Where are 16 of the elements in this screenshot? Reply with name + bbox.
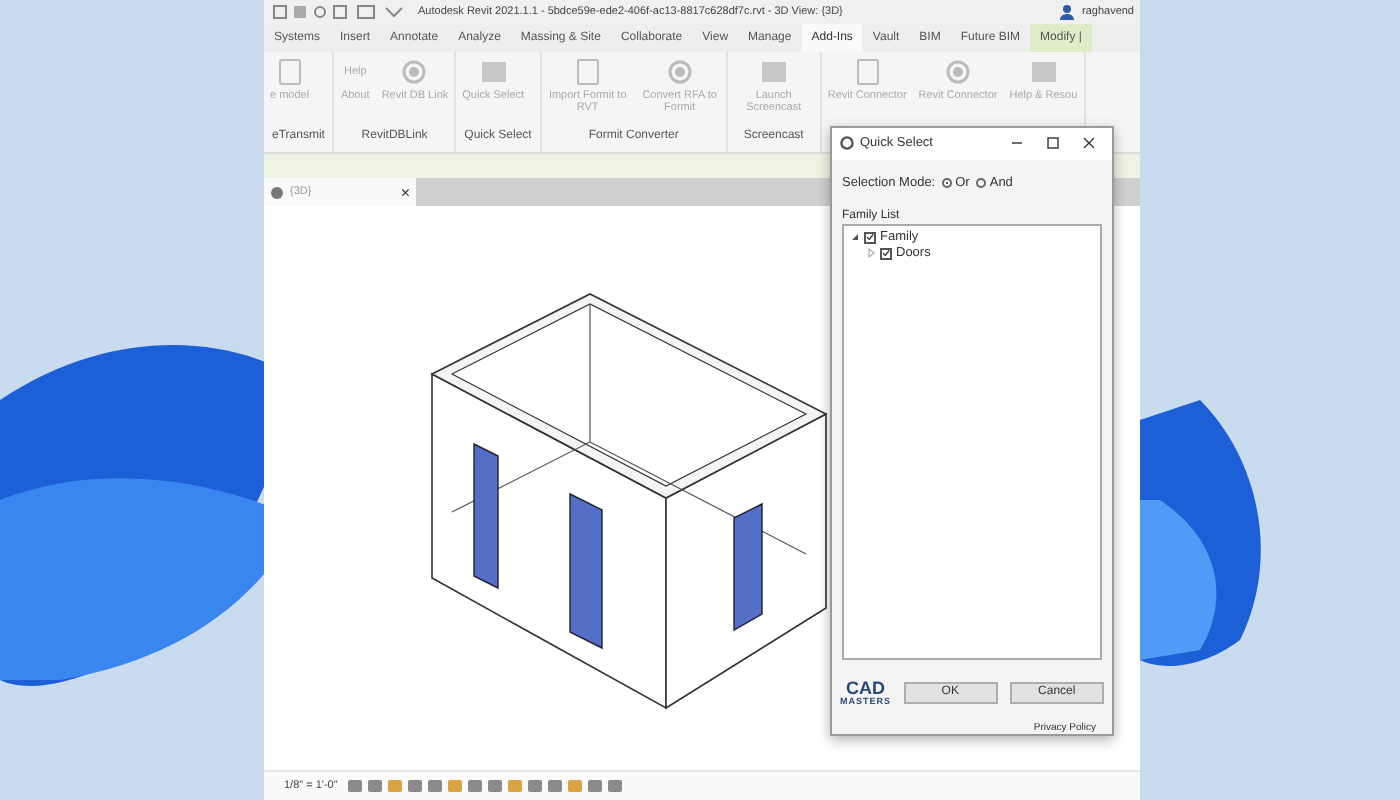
close-icon[interactable]: [1082, 136, 1096, 151]
user-icon[interactable]: [1060, 4, 1074, 20]
ribbon-tool-icon: [400, 58, 429, 86]
collapse-triangle-icon[interactable]: [850, 232, 860, 243]
maximize-icon[interactable]: [1046, 136, 1060, 151]
ribbon-tool-icon: [275, 58, 304, 86]
ribbon-tool-icon: [944, 58, 972, 86]
ribbon-tool-icon: [853, 58, 882, 86]
checkbox[interactable]: [880, 247, 892, 260]
ribbon-tool-icon: [479, 58, 508, 86]
close-button[interactable]: ×: [400, 183, 410, 201]
ribbon-tool-icon: [665, 58, 694, 86]
checkbox[interactable]: [864, 231, 876, 244]
ribbon-tool-icon: [759, 58, 788, 86]
ribbon-tool-icon: [573, 58, 602, 86]
ribbon-tool-icon: [1029, 58, 1058, 86]
